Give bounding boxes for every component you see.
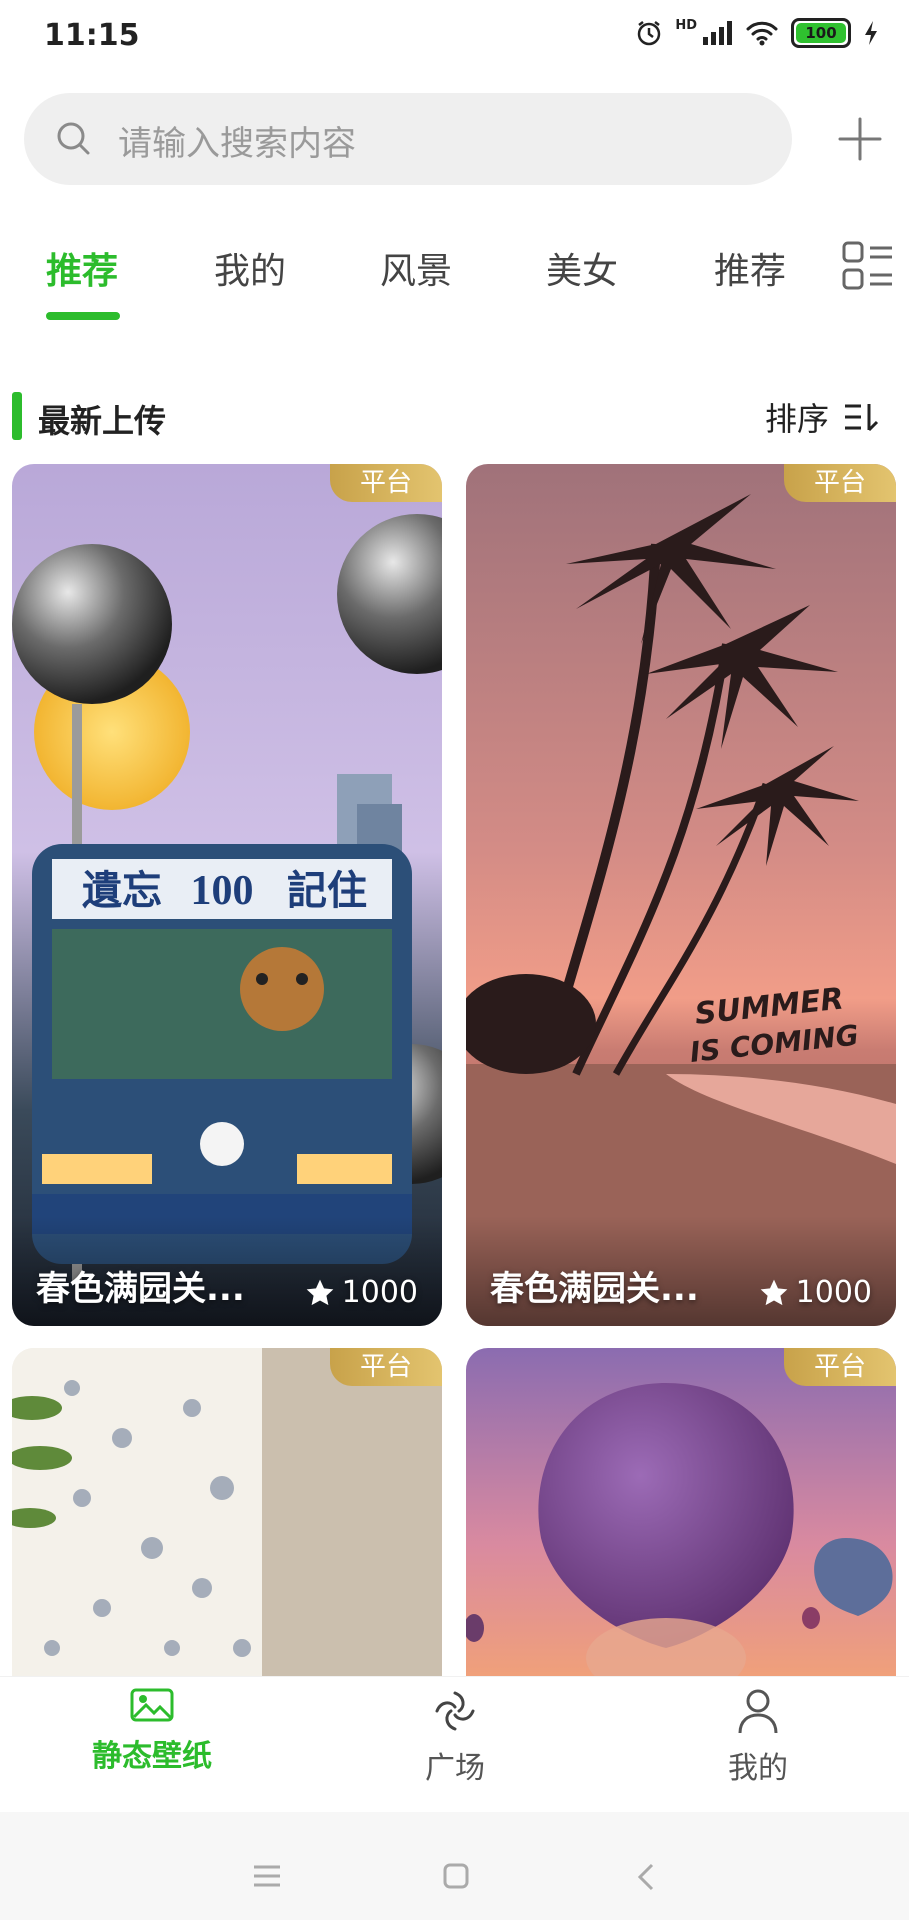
menu-icon[interactable] <box>252 1864 282 1888</box>
tab-scenery[interactable]: 风景 <box>380 242 452 294</box>
section-title: 最新上传 <box>38 402 167 440</box>
section-accent-bar <box>12 392 22 440</box>
star-icon <box>306 1279 333 1305</box>
alarm-icon <box>638 21 661 46</box>
wallpaper-card[interactable]: 平台 <box>466 1348 896 1676</box>
svg-text:遺忘: 遺忘 <box>82 869 162 913</box>
wallpaper-image <box>466 1348 896 1676</box>
nav-static-wallpaper[interactable]: 静态壁纸 <box>52 1687 252 1775</box>
nav-mine[interactable]: 我的 <box>658 1687 858 1787</box>
back-icon[interactable] <box>636 1862 656 1892</box>
status-icons: HD 100 <box>635 18 879 48</box>
nav-plaza[interactable]: 广场 <box>355 1687 555 1787</box>
plaza-icon <box>435 1691 475 1731</box>
active-tab-indicator <box>46 312 120 320</box>
image-icon <box>130 1688 174 1722</box>
tab-beauty[interactable]: 美女 <box>546 242 618 294</box>
wallpaper-title: 春色满园关... <box>36 1269 245 1309</box>
category-grid-icon[interactable] <box>842 240 894 292</box>
section-header: 最新上传 排序 <box>0 390 909 442</box>
tab-recommend-2[interactable]: 推荐 <box>714 242 786 294</box>
nav-label: 广场 <box>425 1751 485 1786</box>
platform-badge: 平台 <box>784 464 896 502</box>
search-placeholder: 请输入搜索内容 <box>118 124 356 164</box>
svg-text:100: 100 <box>191 868 254 914</box>
nav-label: 静态壁纸 <box>92 1739 212 1774</box>
star-icon <box>760 1279 787 1305</box>
wallpaper-image: SUMMER IS COMING <box>466 464 896 1326</box>
platform-badge: 平台 <box>330 464 442 502</box>
search-input[interactable]: 请输入搜索内容 <box>24 93 792 185</box>
signal-icon <box>703 21 732 45</box>
category-tabs: 推荐 我的 风景 美女 推荐 <box>0 230 909 330</box>
bottom-nav: 静态壁纸 广场 我的 <box>0 1676 909 1811</box>
tab-mine[interactable]: 我的 <box>214 242 286 294</box>
charging-icon <box>865 21 877 45</box>
add-button[interactable] <box>832 111 888 167</box>
search-row: 请输入搜索内容 <box>24 93 884 185</box>
likes-count: 1000 <box>758 1275 872 1310</box>
sort-label: 排序 <box>764 400 829 438</box>
wallpaper-card[interactable]: 平台 <box>12 1348 442 1676</box>
wifi-icon <box>746 21 778 46</box>
nav-label: 我的 <box>728 1751 788 1786</box>
sort-icon <box>845 404 879 432</box>
wallpaper-card[interactable]: 遺忘 100 記住 平台 春色满园关... 1000 <box>12 464 442 1326</box>
battery-icon: 100 <box>791 18 851 48</box>
hd-label: HD <box>675 18 697 33</box>
home-icon[interactable] <box>442 1862 470 1890</box>
sort-button[interactable]: 排序 <box>765 394 879 440</box>
svg-text:記住: 記住 <box>287 869 367 913</box>
wallpaper-title: 春色满园关... <box>490 1269 699 1309</box>
system-nav-bar <box>0 1812 909 1920</box>
wallpaper-image: 遺忘 100 記住 <box>12 464 442 1326</box>
wallpaper-image <box>12 1348 442 1676</box>
search-icon <box>57 122 90 155</box>
likes-count: 1000 <box>304 1275 418 1310</box>
tab-recommend[interactable]: 推荐 <box>46 242 118 294</box>
platform-badge: 平台 <box>784 1348 896 1386</box>
platform-badge: 平台 <box>330 1348 442 1386</box>
status-bar: 11:15 HD 100 <box>0 0 909 76</box>
wallpaper-card[interactable]: SUMMER IS COMING 平台 春色满园关... 1000 <box>466 464 896 1326</box>
user-icon <box>738 1689 778 1734</box>
status-time: 11:15 <box>44 18 140 53</box>
